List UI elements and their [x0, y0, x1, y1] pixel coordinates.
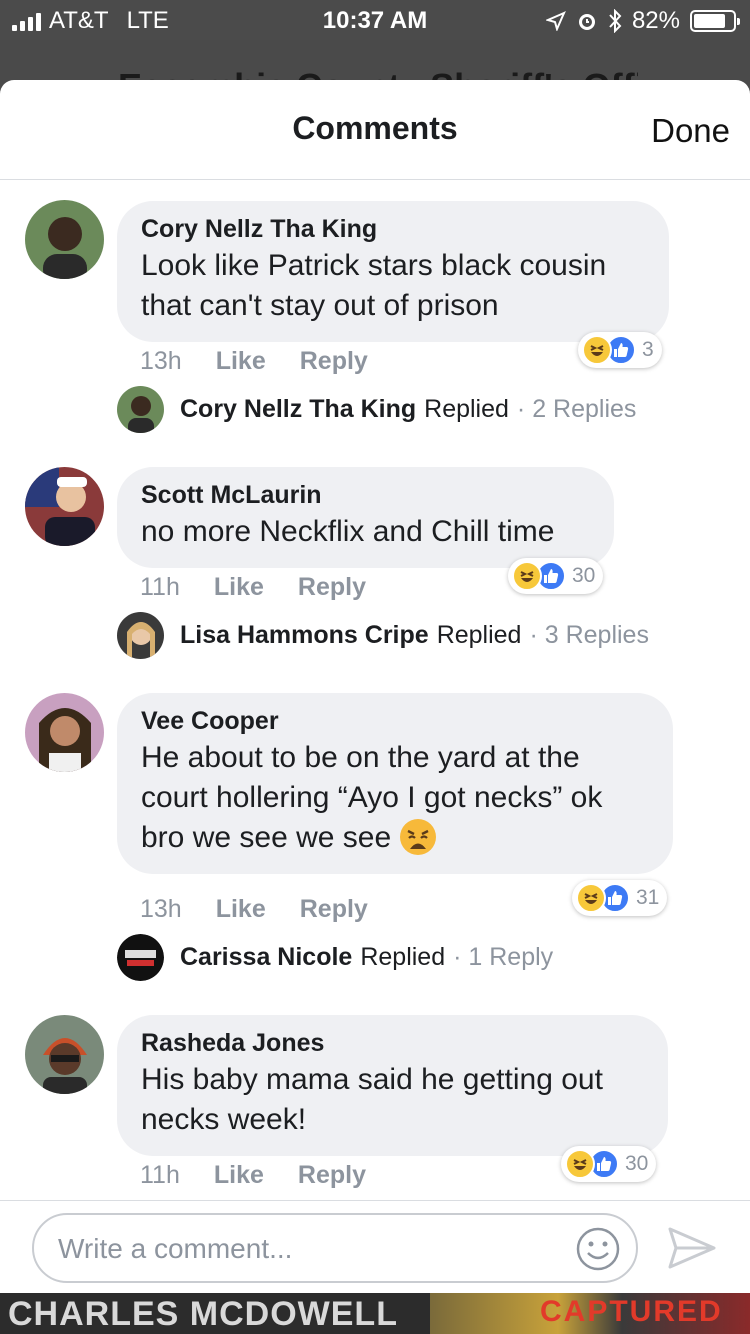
battery-fill	[694, 14, 726, 28]
comment-text-content: He about to be on the yard at the court …	[141, 741, 603, 854]
battery-percent: 82%	[631, 7, 680, 34]
reply-count: · 3 Replies	[529, 621, 649, 649]
reply-author: Lisa Hammons Cripe	[180, 621, 429, 649]
status-right: 82%	[545, 7, 740, 35]
comment-bubble[interactable]: Rasheda Jones His baby mama said he gett…	[117, 1015, 668, 1156]
background-page-strip: CHARLES MCDOWELL CAPTURED	[0, 1293, 750, 1334]
comment-text: Look like Patrick stars black cousin tha…	[141, 249, 607, 322]
replies-link[interactable]: Carissa Nicole Replied · 1 Reply	[117, 934, 553, 981]
reply-avatar	[117, 386, 164, 433]
haha-reaction-icon	[565, 1149, 595, 1179]
avatar[interactable]	[25, 467, 104, 546]
reaction-count: 30	[572, 564, 596, 587]
comment-bubble[interactable]: Vee Cooper He about to be on the yard at…	[117, 693, 673, 875]
reaction-count: 31	[636, 886, 660, 909]
reply-button[interactable]: Reply	[298, 573, 366, 602]
haha-reaction-icon	[512, 561, 542, 591]
comment-actions: 11h Like Reply	[140, 573, 366, 602]
alarm-icon	[578, 14, 595, 30]
comment-input-placeholder: Write a comment...	[58, 1233, 293, 1264]
haha-reaction-icon	[576, 883, 606, 913]
status-bar: AT&T LTE 10:37 AM 82%	[0, 0, 750, 40]
like-button[interactable]: Like	[214, 1161, 264, 1190]
comment-bubble[interactable]: Cory Nellz Tha King Look like Patrick st…	[117, 201, 669, 342]
replies-link[interactable]: Cory Nellz Tha King Replied · 2 Replies	[117, 386, 636, 433]
haha-reaction-icon	[582, 335, 612, 365]
comment-time: 13h	[140, 347, 182, 375]
comment-text: He about to be on the yard at the court …	[141, 738, 649, 858]
sheet-header: Comments Done	[0, 80, 750, 180]
reply-author: Cory Nellz Tha King	[180, 395, 417, 423]
comment-author[interactable]: Scott McLaurin	[141, 481, 590, 510]
comment-text: no more Neckflix and Chill time	[141, 515, 555, 548]
bluetooth-icon	[609, 9, 622, 33]
comment-author[interactable]: Rasheda Jones	[141, 1029, 644, 1058]
like-button[interactable]: Like	[214, 573, 264, 602]
like-button[interactable]: Like	[216, 895, 266, 924]
reply-avatar	[117, 612, 164, 659]
location-icon	[545, 11, 566, 31]
comment-author[interactable]: Vee Cooper	[141, 707, 649, 736]
reaction-count: 3	[642, 338, 654, 361]
sheet-title: Comments	[292, 110, 458, 146]
replied-label: Replied	[424, 395, 509, 423]
replies-link[interactable]: Lisa Hammons Cripe Replied · 3 Replies	[117, 612, 649, 659]
reply-author: Carissa Nicole	[180, 943, 353, 971]
background-banner-text: CAPTURED	[540, 1295, 723, 1328]
comment-input[interactable]: Write a comment...	[32, 1213, 638, 1283]
reply-count: · 2 Replies	[516, 395, 637, 423]
reply-button[interactable]: Reply	[300, 895, 368, 924]
comments-sheet: Comments Done Cory Nellz Tha King Look l…	[0, 80, 750, 1293]
replied-label: Replied	[436, 621, 522, 649]
done-button[interactable]: Done	[651, 112, 730, 150]
reply-button[interactable]: Reply	[300, 347, 368, 376]
weary-face-emoji-icon	[399, 818, 437, 856]
comment-time: 13h	[140, 895, 182, 923]
battery-icon	[690, 10, 740, 32]
reply-button[interactable]: Reply	[298, 1161, 366, 1190]
background-name-text: CHARLES MCDOWELL	[8, 1295, 398, 1333]
comment-actions: 11h Like Reply	[140, 1161, 366, 1190]
reaction-summary[interactable]: 30	[561, 1146, 657, 1182]
avatar[interactable]	[25, 693, 104, 772]
comment-text: His baby mama said he getting out necks …	[141, 1063, 603, 1136]
comment-time: 11h	[140, 1161, 180, 1189]
smiley-icon[interactable]	[576, 1227, 620, 1271]
like-button[interactable]: Like	[216, 347, 266, 376]
reaction-summary[interactable]: 31	[572, 880, 668, 916]
avatar[interactable]	[25, 1015, 104, 1094]
comment-bubble[interactable]: Scott McLaurin no more Neckflix and Chil…	[117, 467, 614, 568]
reply-count: · 1 Reply	[453, 943, 554, 971]
replied-label: Replied	[360, 943, 446, 971]
comment-actions: 13h Like Reply	[140, 895, 368, 924]
avatar[interactable]	[25, 200, 104, 279]
reaction-count: 30	[625, 1152, 649, 1175]
comment-actions: 13h Like Reply	[140, 347, 368, 376]
reaction-summary[interactable]: 3	[578, 332, 662, 368]
comment-author[interactable]: Cory Nellz Tha King	[141, 215, 645, 244]
reaction-summary[interactable]: 30	[508, 558, 604, 594]
reply-avatar	[117, 934, 164, 981]
send-icon[interactable]	[666, 1225, 718, 1271]
comment-composer: Write a comment...	[0, 1200, 750, 1293]
comment-time: 11h	[140, 573, 180, 601]
